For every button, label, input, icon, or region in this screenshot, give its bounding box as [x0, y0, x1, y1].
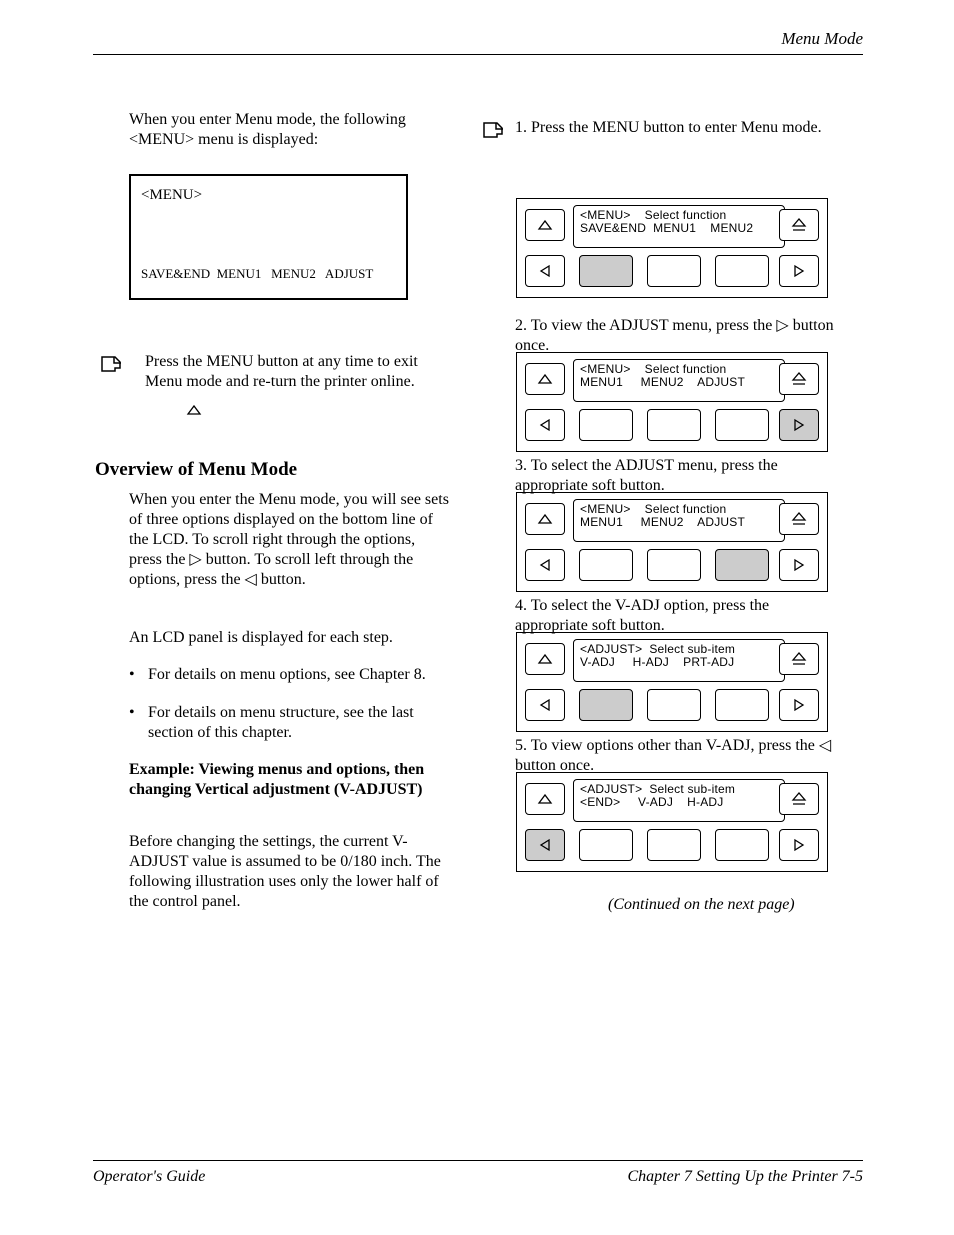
- menu-up-button[interactable]: [525, 363, 565, 395]
- menu-right-button[interactable]: [779, 409, 819, 441]
- continued-text: (Continued on the next page): [608, 895, 795, 915]
- menu-left-button[interactable]: [525, 689, 565, 721]
- soft-button-2[interactable]: [647, 689, 701, 721]
- lcd-display: <MENU> Select function MENU1 MENU2 ADJUS…: [573, 359, 785, 402]
- lcd-display: <ADJUST> Select sub-item V-ADJ H-ADJ PRT…: [573, 639, 785, 682]
- menu-display-box: <MENU> SAVE&END MENU1 MENU2 ADJUST: [129, 174, 408, 300]
- eject-button[interactable]: [779, 783, 819, 815]
- bullet-1: For details on menu options, see Chapter…: [148, 665, 448, 685]
- soft-button-2[interactable]: [647, 409, 701, 441]
- footer-rule: [93, 1160, 863, 1161]
- header-rule: [93, 54, 863, 55]
- lcd-panel-5: <ADJUST> Select sub-item <END> V-ADJ H-A…: [516, 772, 828, 872]
- bullet-dot-2: •: [129, 703, 135, 723]
- eject-button[interactable]: [779, 503, 819, 535]
- step-3: 3. To select the ADJUST menu, press the …: [515, 456, 845, 496]
- lcd-panel-3: <MENU> Select function MENU1 MENU2 ADJUS…: [516, 492, 828, 592]
- header-title: Menu Mode: [781, 28, 863, 49]
- eject-button[interactable]: [779, 643, 819, 675]
- lcd-display: <ADJUST> Select sub-item <END> V-ADJ H-A…: [573, 779, 785, 822]
- open-up-triangle-icon: [186, 404, 202, 416]
- overview-p2: An LCD panel is displayed for each step.: [129, 628, 449, 648]
- menu-up-button[interactable]: [525, 209, 565, 241]
- step-2: 2. To view the ADJUST menu, press the ▷ …: [515, 316, 845, 356]
- menu-right-button[interactable]: [779, 255, 819, 287]
- footer-left: Operator's Guide: [93, 1167, 205, 1187]
- soft-button-1[interactable]: [579, 409, 633, 441]
- menu-up-button[interactable]: [525, 783, 565, 815]
- lcd-panel-1: <MENU> Select function SAVE&END MENU1 ME…: [516, 198, 828, 298]
- bullet-dot-1: •: [129, 665, 135, 685]
- soft-button-2[interactable]: [647, 549, 701, 581]
- soft-button-1[interactable]: [579, 255, 633, 287]
- menu-box-line1: <MENU>: [141, 186, 202, 205]
- soft-button-2[interactable]: [647, 255, 701, 287]
- lcd-display: <MENU> Select function SAVE&END MENU1 ME…: [573, 205, 785, 248]
- note-text: Press the MENU button at any time to exi…: [145, 352, 445, 392]
- step-1: 1. Press the MENU button to enter Menu m…: [515, 118, 845, 138]
- step-5: 5. To view options other than V-ADJ, pre…: [515, 736, 845, 776]
- lcd-panel-2: <MENU> Select function MENU1 MENU2 ADJUS…: [516, 352, 828, 452]
- menu-right-button[interactable]: [779, 689, 819, 721]
- menu-box-line2: SAVE&END MENU1 MENU2 ADJUST: [141, 266, 373, 282]
- menu-left-button[interactable]: [525, 255, 565, 287]
- eject-button[interactable]: [779, 363, 819, 395]
- menu-up-button[interactable]: [525, 643, 565, 675]
- soft-button-2[interactable]: [647, 829, 701, 861]
- soft-button-3[interactable]: [715, 689, 769, 721]
- soft-button-3[interactable]: [715, 829, 769, 861]
- soft-button-1[interactable]: [579, 829, 633, 861]
- footer-right: Chapter 7 Setting Up the Printer 7-5: [627, 1167, 863, 1187]
- pointing-hand-icon: [100, 354, 124, 374]
- menu-left-button[interactable]: [525, 549, 565, 581]
- menu-right-button[interactable]: [779, 549, 819, 581]
- eject-button[interactable]: [779, 209, 819, 241]
- overview-p1: When you enter the Menu mode, you will s…: [129, 490, 449, 590]
- menu-left-button[interactable]: [525, 409, 565, 441]
- menu-left-button[interactable]: [525, 829, 565, 861]
- bullet-2: For details on menu structure, see the l…: [148, 703, 448, 743]
- menu-right-button[interactable]: [779, 829, 819, 861]
- example-heading: Example: Viewing menus and options, then…: [129, 760, 449, 800]
- menu-up-button[interactable]: [525, 503, 565, 535]
- step-4: 4. To select the V-ADJ option, press the…: [515, 596, 845, 636]
- soft-button-3[interactable]: [715, 549, 769, 581]
- soft-button-3[interactable]: [715, 409, 769, 441]
- soft-button-1[interactable]: [579, 549, 633, 581]
- intro-text: When you enter Menu mode, the following …: [129, 110, 439, 150]
- soft-button-3[interactable]: [715, 255, 769, 287]
- example-para: Before changing the settings, the curren…: [129, 832, 449, 912]
- pointing-hand-icon: [482, 120, 506, 140]
- lcd-panel-4: <ADJUST> Select sub-item V-ADJ H-ADJ PRT…: [516, 632, 828, 732]
- soft-button-1[interactable]: [579, 689, 633, 721]
- overview-heading: Overview of Menu Mode: [95, 458, 297, 482]
- lcd-display: <MENU> Select function MENU1 MENU2 ADJUS…: [573, 499, 785, 542]
